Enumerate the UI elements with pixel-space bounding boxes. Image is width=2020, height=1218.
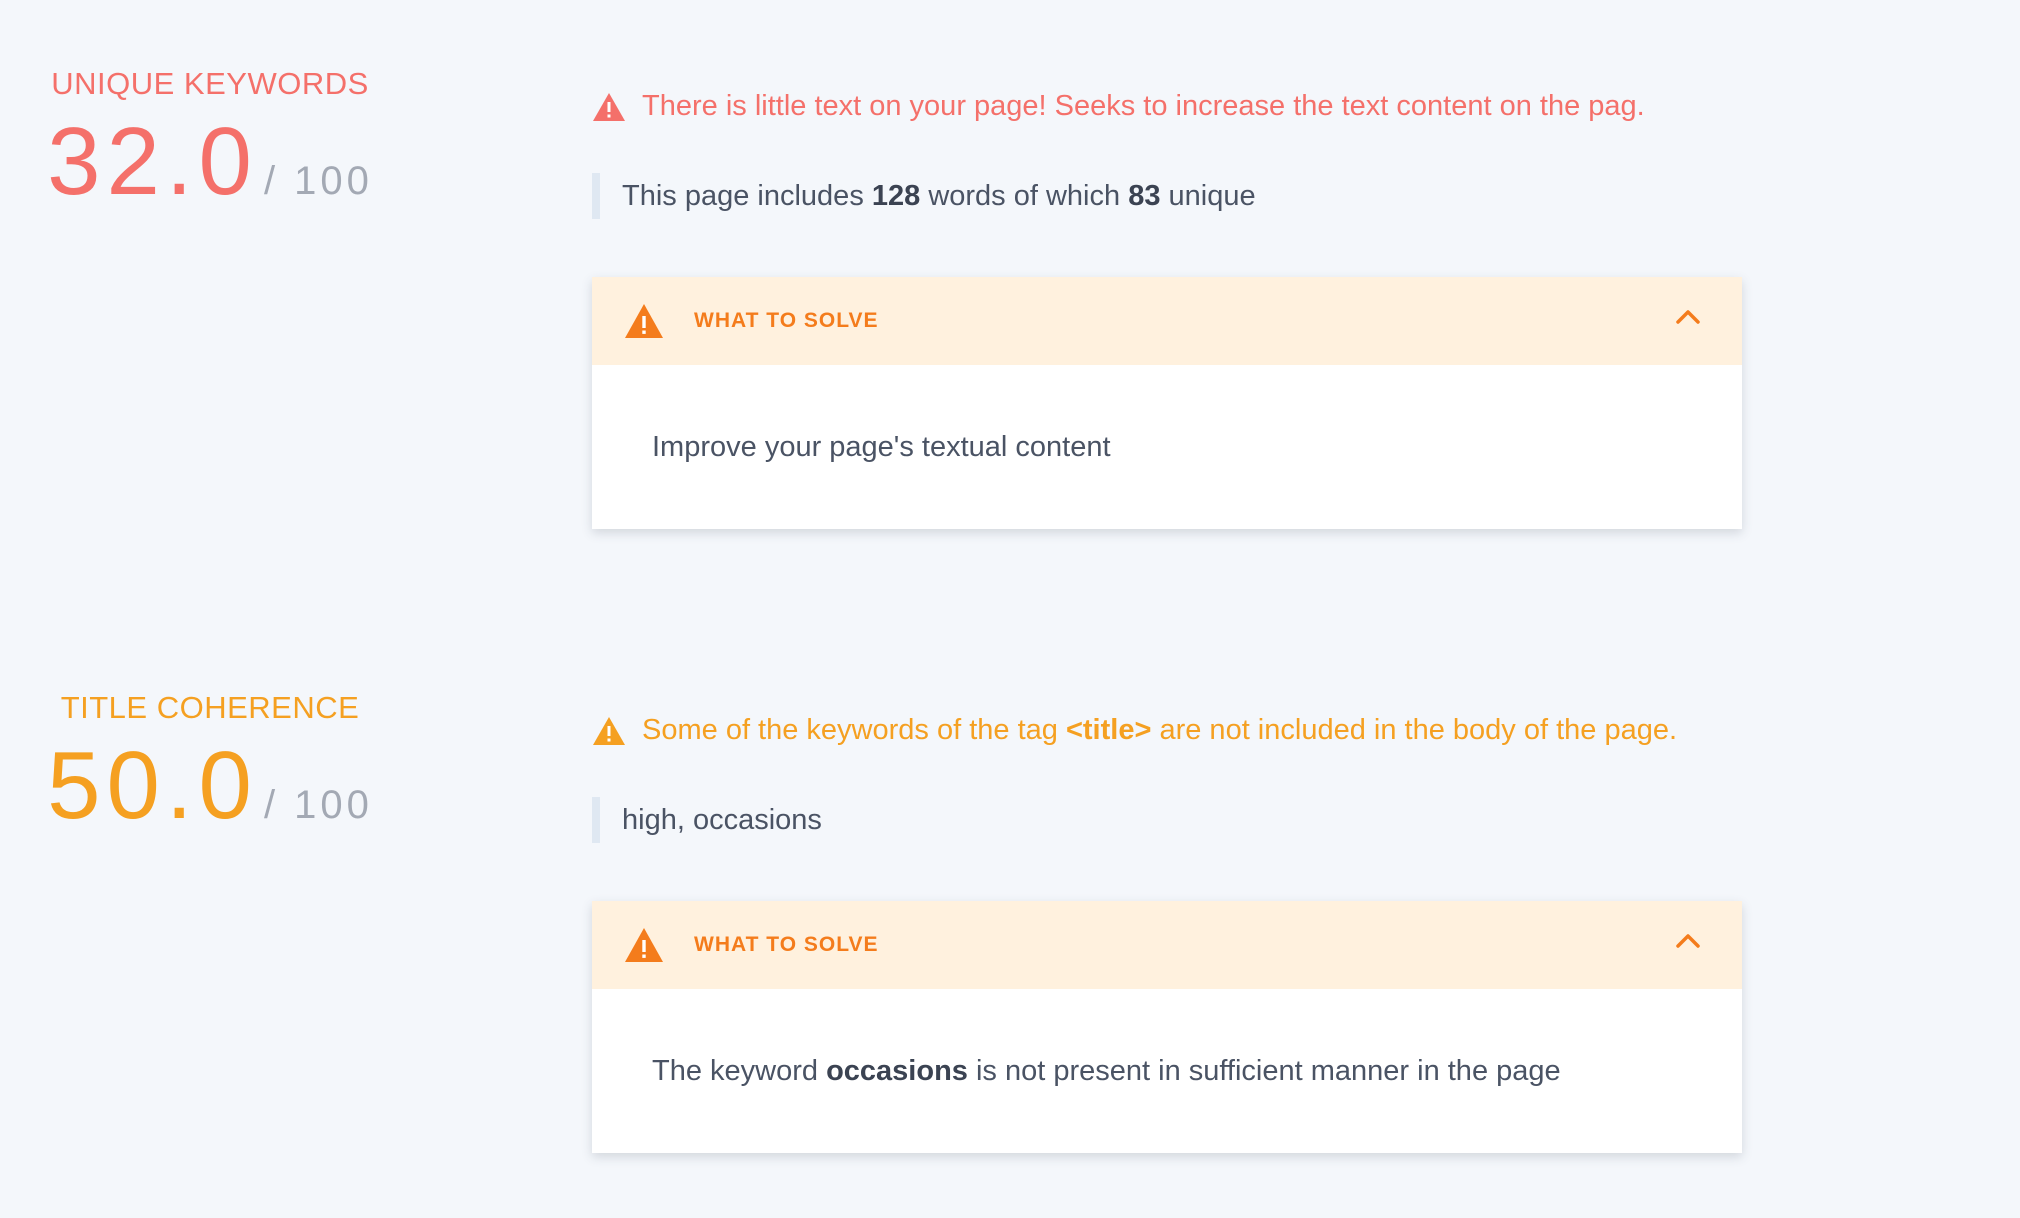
- metric-content: There is little text on your page! Seeks…: [592, 90, 1742, 529]
- score-value: 50.0: [47, 732, 258, 839]
- detail-text: words of which: [920, 180, 1129, 212]
- warning-triangle-icon: [593, 92, 625, 121]
- what-to-solve-card: WHAT TO SOLVE Improve your page's textua…: [592, 277, 1742, 529]
- card-body: Improve your page's textual content: [592, 365, 1742, 529]
- score-max: / 100: [263, 159, 373, 203]
- score-max: / 100: [263, 783, 373, 827]
- detail-quote: This page includes 128 words of which 83…: [592, 173, 1742, 219]
- alert-message: There is little text on your page! Seeks…: [592, 90, 1742, 123]
- alert-text-part: Some of the keywords of the tag: [642, 714, 1066, 746]
- score-column: TITLE COHERENCE 50.0 / 100: [40, 690, 380, 834]
- detail-text: This page includes: [622, 180, 872, 212]
- warning-triangle-icon: [625, 304, 663, 338]
- card-body-text: The keyword occasions is not present in …: [652, 1055, 1561, 1088]
- score-value: 32.0: [47, 108, 258, 215]
- metric-title: TITLE COHERENCE: [60, 690, 360, 725]
- chevron-up-icon[interactable]: [1674, 931, 1702, 951]
- word-count: 128: [871, 180, 921, 212]
- unique-count: 83: [1128, 180, 1161, 212]
- title-tag: <title>: [1065, 714, 1152, 746]
- score-column: UNIQUE KEYWORDS 32.0 / 100: [40, 66, 380, 210]
- metric-section-title-coherence: TITLE COHERENCE 50.0 / 100 Some of the k…: [0, 624, 2020, 1204]
- card-header[interactable]: WHAT TO SOLVE: [592, 277, 1742, 365]
- chevron-up-icon[interactable]: [1674, 307, 1702, 327]
- card-body-part: The keyword: [652, 1054, 827, 1087]
- card-title: WHAT TO SOLVE: [694, 933, 879, 956]
- what-to-solve-card: WHAT TO SOLVE The keyword occasions is n…: [592, 901, 1742, 1153]
- metric-section-unique-keywords: UNIQUE KEYWORDS 32.0 / 100 There is litt…: [0, 0, 2020, 580]
- warning-triangle-icon: [593, 716, 625, 745]
- card-body-part: is not present in sufficient manner in t…: [967, 1054, 1561, 1087]
- warning-triangle-icon: [625, 928, 663, 962]
- score-line: 32.0 / 100: [40, 114, 380, 210]
- metric-content: Some of the keywords of the tag <title> …: [592, 714, 1742, 1153]
- alert-text-part: are not included in the body of the page…: [1151, 714, 1678, 746]
- detail-text: unique: [1160, 180, 1256, 212]
- card-body-text: Improve your page's textual content: [652, 430, 1111, 463]
- alert-text: Some of the keywords of the tag <title> …: [642, 714, 1677, 747]
- metric-title: UNIQUE KEYWORDS: [51, 66, 369, 101]
- detail-quote: high, occasions: [592, 797, 1742, 843]
- score-line: 50.0 / 100: [40, 738, 380, 834]
- alert-message: Some of the keywords of the tag <title> …: [592, 714, 1742, 747]
- alert-text: There is little text on your page! Seeks…: [642, 90, 1645, 122]
- keyword: occasions: [826, 1054, 968, 1087]
- card-body: The keyword occasions is not present in …: [592, 989, 1742, 1153]
- missing-keywords: high, occasions: [622, 804, 822, 836]
- card-title: WHAT TO SOLVE: [694, 309, 879, 332]
- card-header[interactable]: WHAT TO SOLVE: [592, 901, 1742, 989]
